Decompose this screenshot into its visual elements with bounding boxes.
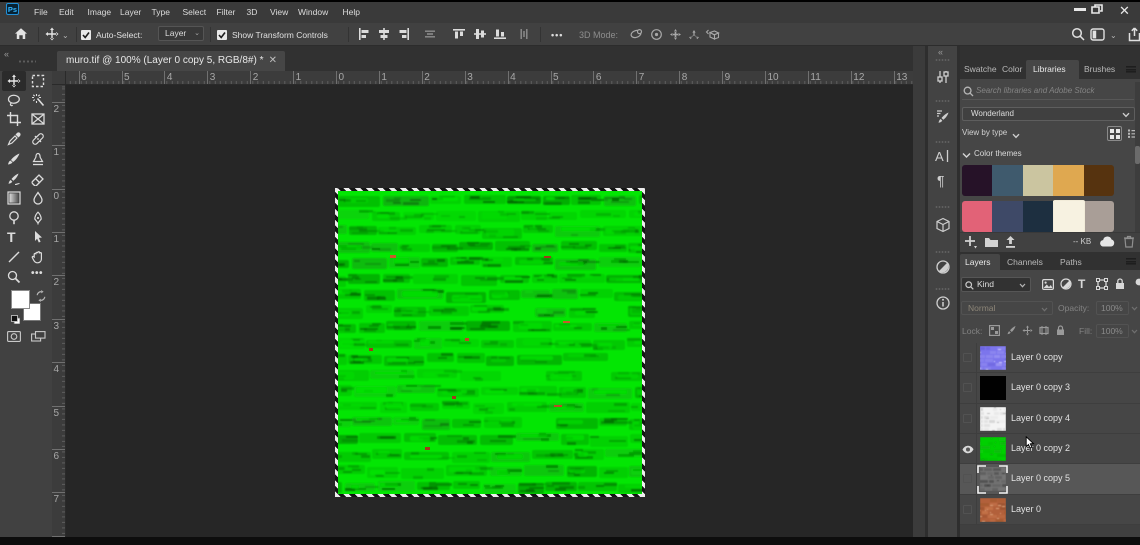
svg-text:A: A (935, 149, 944, 164)
svg-text:¶: ¶ (937, 173, 945, 189)
